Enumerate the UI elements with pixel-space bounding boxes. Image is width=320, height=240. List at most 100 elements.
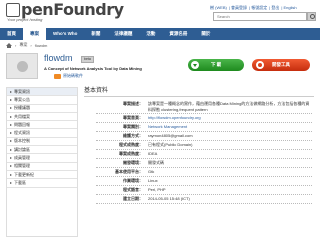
search-input[interactable]: Search [213,12,307,21]
row-key: 專案描述： [123,101,143,106]
row-value: raymon4805@gmail.com [148,133,193,138]
sidebar-item-label: 授權議題 [14,105,30,111]
sidebar-item-label: 專案公告 [14,96,30,102]
nav-item-whos-who[interactable]: Who's Who [46,28,84,40]
site-tagline: Your project hosting [7,17,43,22]
top-link-web[interactable]: 樹 (WEB) [210,5,227,10]
nav-item-events[interactable]: 活動 [139,28,162,40]
project-info-table: 專案描述： 該專案是一種概念的實作，藉由運用各種Data Mining的方法做網路… [96,100,312,204]
rss-label: 原始碼軟件 [63,73,83,78]
table-row: 專案首頁： http://flowdm.openfoundry.org [96,114,312,123]
chevron-right-icon [10,123,12,126]
chevron-right-icon [10,98,12,101]
row-key: 開發環境： [123,160,143,165]
table-row: 程式語言： Perl, PHP [96,186,312,195]
nav-item-home[interactable]: 首頁 [0,28,23,40]
sidebar: 專案資訊 專案公告 授權議題 共用檔案 問題回報 程式資訊 版本控制 講討論區 … [6,87,78,237]
dev-tools-label: 開發工具 [272,62,290,67]
row-key: 專案類別： [123,124,143,129]
table-row: 專案類別： Network Management [96,123,312,132]
sidebar-item-label: 共用檔案 [14,113,30,119]
top-link-logout[interactable]: 登出 [271,5,279,10]
row-value: Perl, PHP [148,187,166,192]
sidebar-item-label: 程式資訊 [14,130,30,136]
row-value: IDEA [148,151,158,156]
row-key: 維護方式： [123,133,143,138]
top-link-english[interactable]: English [284,5,297,10]
breadcrumb-projects[interactable]: 專案 [19,42,27,48]
table-row: 維護方式： raymon4805@gmail.com [96,132,312,141]
row-value: Linux [148,178,158,183]
download-arrow-icon [191,61,199,69]
row-key: 專案首頁： [123,115,143,120]
chevron-right-icon [10,173,12,176]
row-key: 作業環境： [123,178,143,183]
row-value: 開發式碼 [148,160,164,165]
gear-icon [256,61,264,69]
sidebar-item-label: 問題回報 [14,121,30,127]
project-avatar [6,53,38,79]
project-name: flowdm [44,53,73,63]
table-row: 程式成熟度： 已有程式(Public Domain) [96,141,312,150]
project-description: A Concept of Network Analysis Tool by Da… [44,66,142,71]
table-row: 建立日期： 2014-05-05 15:48 (ICT) [96,195,312,204]
rss-link[interactable]: 原始碼軟件 [54,73,83,79]
breadcrumb: › 專案 › flowdm [6,42,47,48]
site-logo[interactable]: penFoundry [6,2,124,18]
logo-text: penFoundry [21,0,124,19]
row-key: 程式成熟度： [119,142,143,147]
row-value: 已有程式(Public Domain) [148,142,193,147]
sidebar-item-label: 講討論區 [14,146,30,152]
dev-tools-button[interactable]: 開發工具 [252,59,310,71]
sidebar-item-label: 版本控制 [14,138,30,144]
sidebar-item-label: 下載更新紀 [14,171,34,177]
section-title: 基本資料 [84,86,314,97]
sidebar-item-label: 下載區 [14,179,26,185]
chevron-right-icon [10,165,12,168]
download-button[interactable]: 下 載 [188,59,244,71]
row-value: 該專案是一種概念的實作，藉由運用各種Data Mining的方法做網路分析，方法… [148,101,310,112]
breadcrumb-current: flowdm [34,42,48,48]
top-links: 樹 (WEB) | 會員登錄 | 帳號設定 | 登出 | English [210,5,297,10]
chevron-right-icon [10,107,12,110]
chevron-right-icon [10,157,12,160]
nav-item-resources[interactable]: 資源名冊 [162,28,194,40]
row-link[interactable]: http://flowdm.openfoundry.org [146,114,312,122]
row-link[interactable]: Network Management [146,123,312,131]
main-content: 基本資料 專案描述： 該專案是一種概念的實作，藉由運用各種Data Mining的… [84,86,314,238]
nav-item-about[interactable]: 關於 [194,28,217,40]
top-link-member[interactable]: 會員登錄 [231,5,247,10]
status-badge: beta [81,56,94,63]
table-row: 作業環境： Linux [96,177,312,186]
site-header: penFoundry Your project hosting 樹 (WEB) |… [0,0,320,28]
row-key: 基本使用平台： [115,169,143,174]
chevron-right-icon [10,115,12,118]
row-value: Gtk [148,169,155,174]
nav-item-legal[interactable]: 法律議題 [107,28,139,40]
search-icon[interactable] [307,12,316,21]
chevron-right-icon [10,181,12,184]
sidebar-item-downloads[interactable]: 下載區 [7,179,77,188]
table-row: 基本使用平台： Gtk [96,168,312,177]
row-key: 專案成熟度： [119,151,143,156]
sidebar-item-label: 專案資訊 [14,88,30,94]
row-value: 2014-05-05 15:48 (ICT) [148,196,190,201]
row-key: 建立日期： [123,196,143,201]
row-key: 程式語言： [123,187,143,192]
rss-icon [54,73,61,79]
chevron-right-icon [10,90,12,93]
sidebar-item-label: 成員管理 [14,155,30,161]
chevron-right-icon [10,132,12,135]
home-icon[interactable] [6,42,12,48]
top-link-account[interactable]: 帳號設定 [251,5,267,10]
nav-item-projects[interactable]: 專案 [23,28,46,40]
main-nav: 首頁 專案 Who's Who 新聞 法律議題 活動 資源名冊 關於 [0,28,320,40]
chevron-right-icon [10,148,12,151]
table-row: 專案成熟度： IDEA [96,150,312,159]
logo-mark-icon [6,3,20,17]
download-label: 下 載 [210,62,222,67]
table-row: 專案描述： 該專案是一種概念的實作，藉由運用各種Data Mining的方法做網路… [96,100,312,114]
sidebar-item-label: 相關管理 [14,163,30,169]
nav-item-news[interactable]: 新聞 [84,28,107,40]
chevron-right-icon [10,140,12,143]
